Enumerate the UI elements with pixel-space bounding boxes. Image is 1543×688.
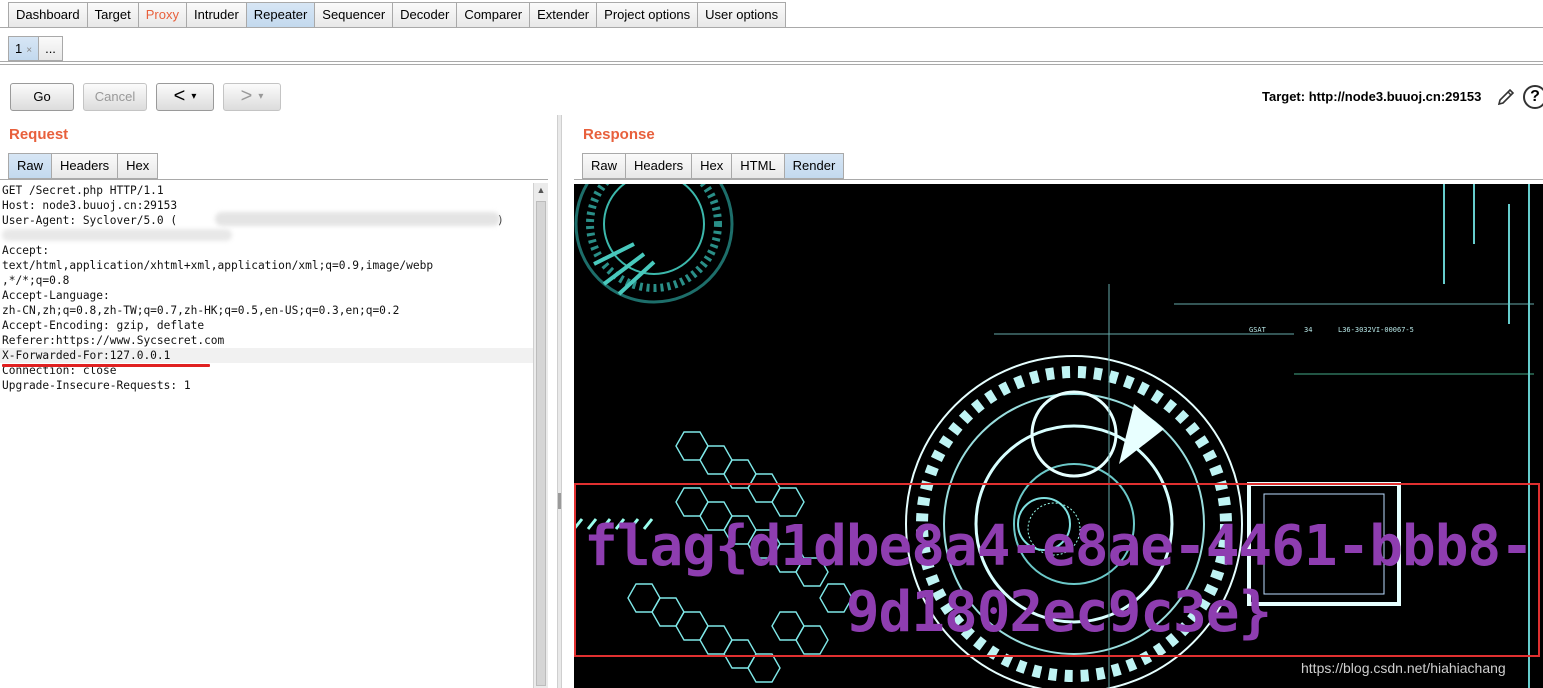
repeater-tab-bar: 1 × ... <box>8 36 63 61</box>
request-tab-hex[interactable]: Hex <box>118 153 159 179</box>
request-line: GET /Secret.php HTTP/1.1 <box>2 184 164 197</box>
request-line: Accept-Encoding: gzip, deflate <box>2 319 205 332</box>
back-button[interactable]: < ▾ <box>156 83 214 111</box>
tab-decoder[interactable]: Decoder <box>393 2 458 28</box>
tab-repeater[interactable]: Repeater <box>246 2 316 28</box>
tab-proxy[interactable]: Proxy <box>138 2 187 28</box>
new-tab-button[interactable]: ... <box>39 36 63 61</box>
response-tab-raw[interactable]: Raw <box>582 153 627 179</box>
response-title: Response <box>583 126 655 143</box>
request-tab-bar: Raw Headers Hex <box>8 153 159 179</box>
chevron-left-icon: < <box>173 85 186 107</box>
repeater-tab-label: 1 <box>15 41 23 56</box>
request-line: text/html,application/xhtml+xml,applicat… <box>2 259 434 272</box>
tab-target[interactable]: Target <box>87 2 139 28</box>
panel-splitter[interactable] <box>557 115 562 688</box>
request-line: Accept: <box>2 244 50 257</box>
scroll-up-arrow-icon[interactable]: ▲ <box>534 185 548 197</box>
tab-dashboard[interactable]: Dashboard <box>8 2 88 28</box>
close-icon[interactable]: × <box>26 45 32 56</box>
sub-tab-divider <box>0 61 1543 62</box>
hud-label-number: 34 <box>1304 326 1313 334</box>
response-tab-render[interactable]: Render <box>784 153 845 179</box>
forward-button[interactable]: > ▾ <box>223 83 281 111</box>
request-line-xff: X-Forwarded-For:127.0.0.1 <box>0 348 533 363</box>
tab-user-options[interactable]: User options <box>698 2 787 28</box>
response-render-view: GSAT 34 L36-3032VI-00067-5 flag{d1dbe8a4… <box>574 184 1543 688</box>
tab-intruder[interactable]: Intruder <box>186 2 247 28</box>
cancel-button[interactable]: Cancel <box>83 83 147 111</box>
target-label: Target: http://node3.buuoj.cn:29153 <box>1262 89 1482 104</box>
splitter-grip-icon[interactable] <box>558 493 561 509</box>
request-tab-headers[interactable]: Headers <box>52 153 119 179</box>
flag-line-2: 9d1802ec9c3e} <box>845 580 1272 645</box>
request-line: Referer:https://www.Sycsecret.com <box>2 334 225 347</box>
chevron-right-icon: > <box>240 85 253 107</box>
help-icon[interactable]: ? <box>1523 85 1543 109</box>
xff-annotation-underline <box>2 364 210 367</box>
flag-line-1: flag{d1dbe8a4-e8ae-4461-bbb8- <box>584 514 1534 579</box>
response-tab-headers[interactable]: Headers <box>626 153 693 179</box>
scrollbar-thumb[interactable] <box>536 201 546 686</box>
request-tab-raw[interactable]: Raw <box>8 153 53 179</box>
pencil-icon[interactable] <box>1495 86 1517 108</box>
request-line: Host: node3.buuoj.cn:29153 <box>2 199 178 212</box>
request-scrollbar[interactable]: ▲ <box>533 183 548 688</box>
request-title: Request <box>9 126 69 143</box>
hud-label-gsat: GSAT <box>1249 326 1266 334</box>
request-line: Upgrade-Insecure-Requests: 1 <box>2 379 191 392</box>
request-line: ,*/*;q=0.8 <box>2 274 70 287</box>
redaction-blur-2 <box>2 229 232 241</box>
tab-comparer[interactable]: Comparer <box>457 2 531 28</box>
request-line: zh-CN,zh;q=0.8,zh-TW;q=0.7,zh-HK;q=0.5,e… <box>2 304 400 317</box>
hud-label-code: L36-3032VI-00067-5 <box>1338 326 1414 334</box>
go-button[interactable]: Go <box>10 83 74 111</box>
watermark: https://blog.csdn.net/hiahiachang <box>1301 660 1506 676</box>
main-tab-bar: Dashboard Target Proxy Intruder Repeater… <box>8 2 787 28</box>
tab-sequencer[interactable]: Sequencer <box>315 2 394 28</box>
repeater-tab-1[interactable]: 1 × <box>8 36 40 61</box>
redaction-blur <box>215 212 500 226</box>
response-tab-bar: Raw Headers Hex HTML Render <box>582 153 845 179</box>
response-tab-divider <box>574 179 1543 180</box>
request-editor[interactable]: GET /Secret.php HTTP/1.1 Host: node3.buu… <box>0 183 533 688</box>
tab-bar-divider <box>0 27 1543 28</box>
user-agent-text: User-Agent: Syclover/5.0 ( <box>2 214 178 227</box>
request-tab-divider <box>0 179 548 180</box>
dropdown-arrow-icon-2[interactable]: ▾ <box>258 91 263 102</box>
response-tab-hex[interactable]: Hex <box>692 153 733 179</box>
dropdown-arrow-icon[interactable]: ▾ <box>191 91 196 102</box>
sub-tab-divider-2 <box>0 64 1543 65</box>
response-tab-html[interactable]: HTML <box>732 153 785 179</box>
tab-project-options[interactable]: Project options <box>597 2 699 28</box>
request-line: Accept-Language: <box>2 289 110 302</box>
flag-text: flag{d1dbe8a4-e8ae-4461-bbb8- 9d1802ec9c… <box>574 514 1543 646</box>
tab-extender[interactable]: Extender <box>530 2 598 28</box>
